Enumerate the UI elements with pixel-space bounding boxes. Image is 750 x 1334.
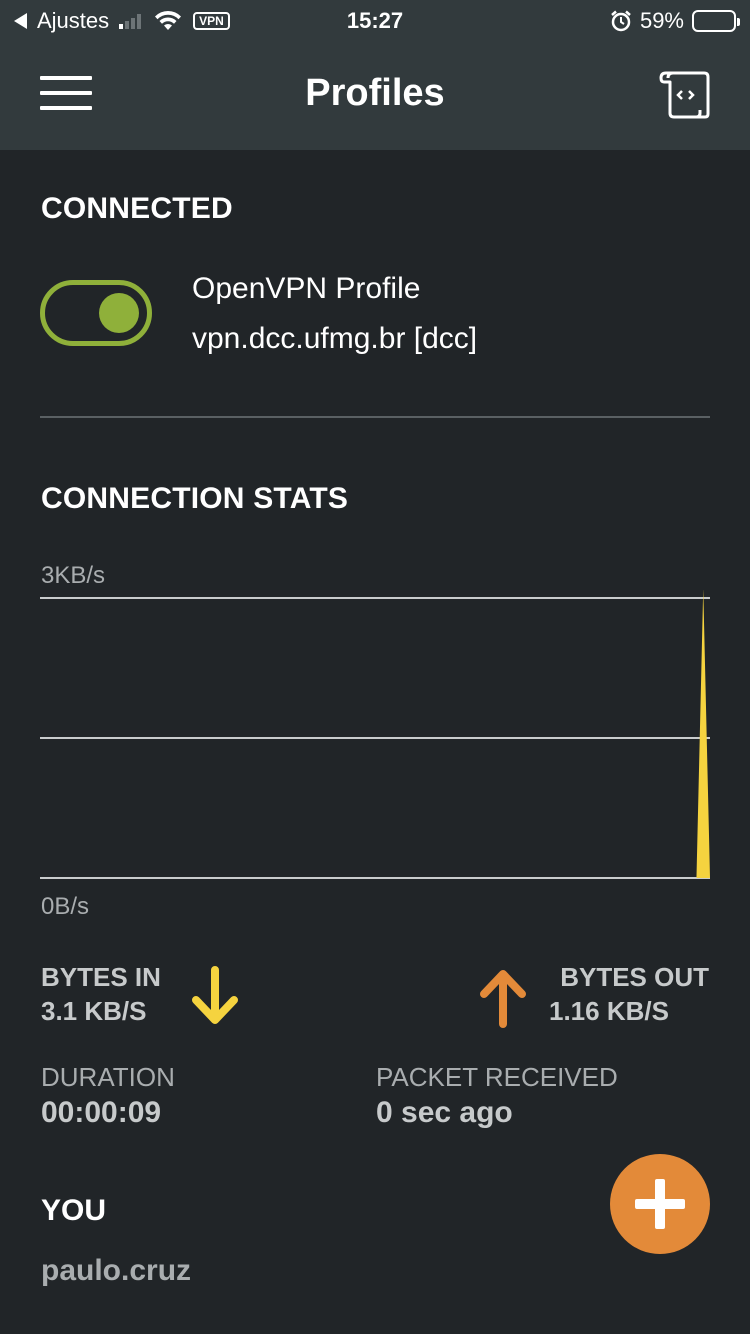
import-profile-icon[interactable] bbox=[656, 70, 712, 120]
battery-icon bbox=[692, 10, 740, 32]
plus-icon-vertical bbox=[655, 1179, 665, 1229]
bytes-in-series-area bbox=[40, 590, 710, 878]
status-bar: Ajustes VPN 15:27 59% bbox=[0, 0, 750, 42]
bytes-in-label: BYTES IN bbox=[41, 962, 161, 992]
chart-y-min-label: 0B/s bbox=[41, 893, 90, 920]
battery-percentage: 59% bbox=[639, 8, 684, 33]
duration-label: DURATION bbox=[41, 1062, 175, 1092]
add-profile-button[interactable] bbox=[610, 1154, 710, 1254]
arrow-up-icon bbox=[480, 970, 526, 1028]
connection-stats-title: CONNECTION STATS bbox=[41, 482, 349, 515]
alarm-icon bbox=[611, 10, 631, 32]
arrow-down-icon bbox=[192, 966, 238, 1024]
profile-server[interactable]: vpn.dcc.ufmg.br [dcc] bbox=[192, 322, 477, 356]
divider bbox=[40, 416, 710, 418]
connection-toggle[interactable] bbox=[40, 280, 152, 346]
packet-received-value: 0 sec ago bbox=[376, 1096, 513, 1129]
profile-name[interactable]: OpenVPN Profile bbox=[192, 272, 420, 306]
duration-value: 00:00:09 bbox=[41, 1096, 162, 1129]
app-bar: Profiles bbox=[0, 42, 750, 150]
connected-title: CONNECTED bbox=[41, 192, 233, 225]
toggle-knob bbox=[99, 293, 139, 333]
username: paulo.cruz bbox=[41, 1254, 192, 1287]
page-title: Profiles bbox=[305, 72, 445, 114]
packet-received-label: PACKET RECEIVED bbox=[376, 1062, 618, 1092]
bytes-out-value: 1.16 KB/S bbox=[549, 996, 669, 1026]
bytes-out-label: BYTES OUT bbox=[560, 962, 709, 992]
status-bar-right: 59% bbox=[610, 8, 740, 34]
you-title: YOU bbox=[41, 1194, 107, 1227]
chart-y-max-label: 3KB/s bbox=[41, 562, 106, 589]
bytes-in-value: 3.1 KB/S bbox=[41, 996, 147, 1026]
traffic-chart bbox=[40, 590, 710, 879]
